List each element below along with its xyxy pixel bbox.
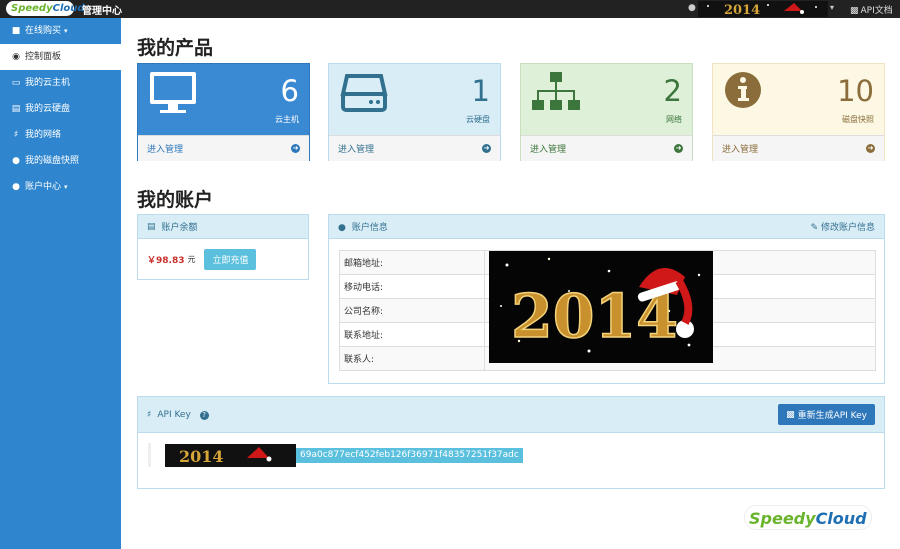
- product-count: 10: [837, 74, 874, 108]
- account-info-panel: ● 账户信息 ✎ 修改账户信息 邮箱地址: 移动电话: 公司名称: 联系地址: 联…: [328, 214, 885, 384]
- balance-amount: ￥98.83: [147, 256, 185, 266]
- help-icon[interactable]: ?: [199, 410, 209, 420]
- arrow-right-circle-icon: ➜: [291, 144, 300, 153]
- credit-card-icon: ▤: [147, 221, 156, 232]
- user-menu-banner-image[interactable]: 2014: [698, 1, 828, 18]
- product-count: 1: [471, 74, 490, 108]
- network-icon: ♯: [147, 409, 152, 420]
- refresh-icon: ▩: [786, 409, 795, 420]
- sidebar-item-online-purchase[interactable]: ■ 在线购买 ▾: [0, 18, 121, 44]
- manage-link[interactable]: 进入管理 ➜: [138, 135, 309, 161]
- product-label: 云主机: [275, 115, 299, 124]
- products-heading: 我的产品: [137, 37, 214, 59]
- info-icon: [725, 72, 761, 108]
- balance-unit: 元: [187, 255, 196, 264]
- product-label: 云硬盘: [466, 115, 490, 124]
- manage-link[interactable]: 进入管理 ➜: [329, 135, 500, 161]
- disk-icon: ▤: [11, 104, 21, 114]
- sidebar-item-account-center[interactable]: ● 账户中心 ▾: [0, 174, 121, 200]
- account-info-header: ● 账户信息 ✎ 修改账户信息: [329, 215, 884, 239]
- speedycloud-logo[interactable]: SpeedyCloud: [6, 1, 85, 16]
- product-card-cloud-disks: 1 云硬盘 进入管理 ➜: [328, 63, 501, 161]
- sidebar-item-disk-snapshots[interactable]: ● 我的磁盘快照: [0, 148, 121, 174]
- product-label: 磁盘快照: [842, 115, 874, 124]
- sidebar-item-networks[interactable]: ♯ 我的网络: [0, 122, 121, 148]
- edit-account-link[interactable]: ✎ 修改账户信息: [811, 220, 875, 233]
- speedycloud-footer-logo: SpeedyCloud: [744, 505, 872, 530]
- api-key-text: 69a0c877ecf452feb126f36971f48357251f37ad…: [296, 447, 523, 463]
- regenerate-api-key-button[interactable]: ▩ 重新生成API Key: [778, 404, 875, 425]
- sidebar: ■ 在线购买 ▾ ◉ 控制面板 ▭ 我的云主机 ▤ 我的云硬盘 ♯ 我的网络 ●…: [0, 18, 121, 549]
- balance-panel-header: ▤ 账户余额: [138, 215, 308, 239]
- chevron-down-icon: ▾: [64, 183, 68, 191]
- arrow-right-circle-icon: ➜: [482, 144, 491, 153]
- sidebar-item-cloud-hosts[interactable]: ▭ 我的云主机: [0, 70, 121, 96]
- api-key-value: 2014 69a0c877ecf452feb126f36971f48357251…: [148, 443, 874, 467]
- api-key-panel: ♯ API Key ? ▩ 重新生成API Key 2014 69a0c877ec…: [137, 396, 885, 489]
- account-heading: 我的账户: [137, 189, 214, 211]
- info-icon: ●: [12, 156, 20, 166]
- app-title[interactable]: 管理中心: [82, 2, 122, 17]
- arrow-right-circle-icon: ➜: [674, 144, 683, 153]
- edit-icon: ✎: [810, 223, 821, 233]
- dashboard-icon: ◉: [12, 52, 20, 62]
- product-card-disk-snapshots: 10 磁盘快照 进入管理 ➜: [712, 63, 885, 161]
- sidebar-item-dashboard[interactable]: ◉ 控制面板: [0, 44, 121, 70]
- new-year-2014-image: 2014: [489, 251, 713, 363]
- user-icon: ●: [338, 223, 346, 233]
- balance-panel: ▤ 账户余额 ￥98.83 元 立即充值: [137, 214, 309, 280]
- manage-link[interactable]: 进入管理 ➜: [713, 135, 884, 161]
- manage-link[interactable]: 进入管理 ➜: [521, 135, 692, 161]
- chevron-down-icon: ▾: [64, 27, 68, 35]
- network-icon: ♯: [13, 130, 19, 140]
- api-key-masked-image: 2014: [165, 443, 296, 467]
- product-count: 2: [663, 74, 682, 108]
- svg-text:2014: 2014: [179, 447, 224, 466]
- product-card-networks: 2 网络 进入管理 ➜: [520, 63, 693, 161]
- product-card-cloud-hosts: 6 云主机 进入管理 ➜: [137, 63, 310, 161]
- recharge-button[interactable]: 立即充值: [204, 249, 257, 270]
- chevron-down-icon[interactable]: ▾: [830, 3, 834, 12]
- arrow-right-circle-icon: ➜: [866, 144, 875, 153]
- top-navbar: SpeedyCloud 管理中心 ● 2014 ▾ ▩ API文档: [0, 0, 900, 18]
- user-icon: ●: [688, 3, 696, 13]
- api-key-header: ♯ API Key ? ▩ 重新生成API Key: [138, 397, 884, 433]
- disk-icon: [340, 74, 388, 112]
- sidebar-item-cloud-disks[interactable]: ▤ 我的云硬盘: [0, 96, 121, 122]
- desktop-icon: [150, 72, 196, 113]
- product-label: 网络: [666, 115, 682, 124]
- desktop-icon: ▭: [11, 78, 21, 88]
- cart-icon: ■: [11, 26, 21, 36]
- network-icon: [532, 72, 580, 110]
- user-icon: ●: [12, 182, 20, 192]
- product-count: 6: [280, 74, 299, 108]
- api-doc-icon: ▩: [850, 6, 859, 16]
- api-doc-link[interactable]: ▩ API文档: [848, 3, 893, 16]
- svg-text:2014: 2014: [724, 3, 760, 17]
